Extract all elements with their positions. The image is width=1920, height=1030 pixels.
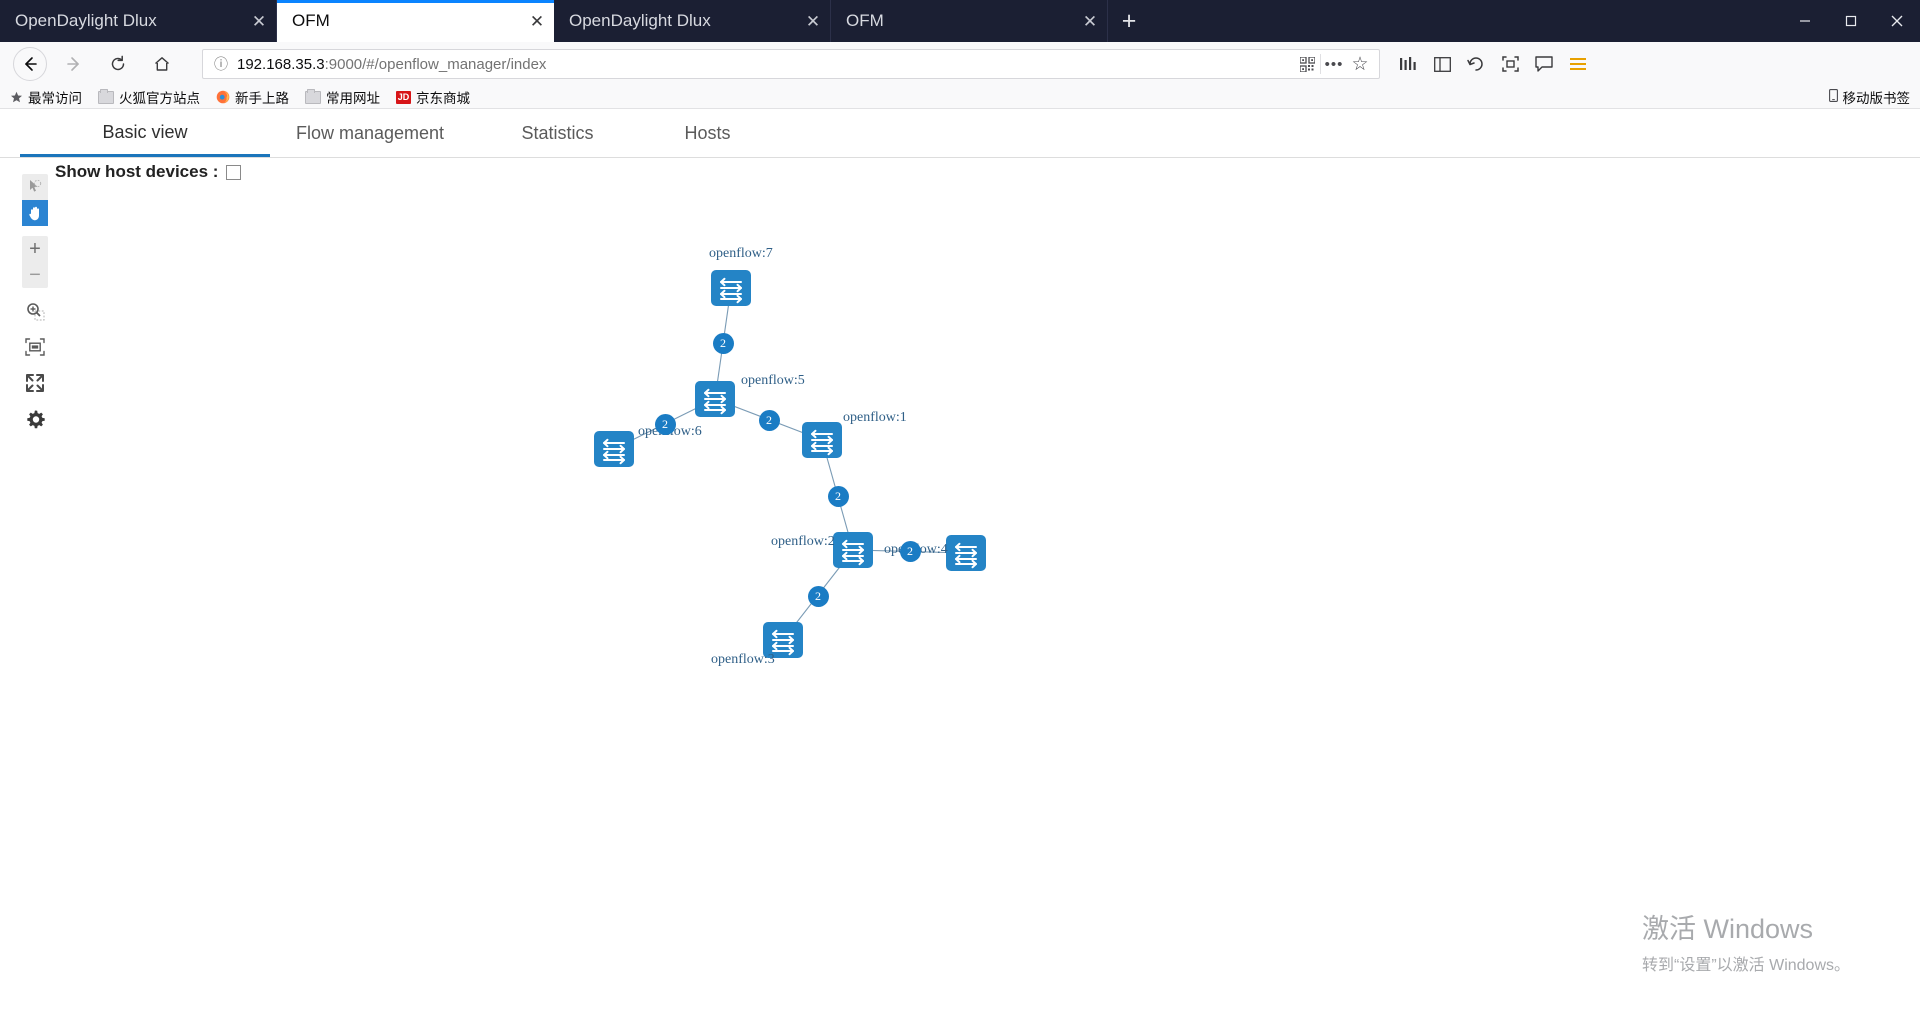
- chat-icon[interactable]: [1528, 48, 1560, 80]
- link-port-badge[interactable]: 2: [827, 485, 849, 507]
- switch-node-label: openflow:2: [771, 534, 835, 549]
- bookmark-firefox-official[interactable]: 火狐官方站点: [98, 87, 200, 107]
- browser-tab-2[interactable]: OFM ✕: [277, 0, 554, 42]
- page-actions-icon[interactable]: •••: [1321, 56, 1347, 73]
- close-icon[interactable]: [1874, 0, 1920, 42]
- url-bar[interactable]: ⓘ 192.168.35.3:9000/#/openflow_manager/i…: [202, 49, 1380, 79]
- back-button[interactable]: [13, 47, 47, 81]
- mobile-bookmarks[interactable]: 移动版书签: [1828, 87, 1911, 107]
- library-icon[interactable]: [1392, 48, 1424, 80]
- bookmark-label: 新手上路: [235, 91, 289, 106]
- bookmark-label: 常用网址: [326, 91, 380, 106]
- switch-node[interactable]: [946, 535, 986, 571]
- qr-code-icon[interactable]: [1294, 56, 1320, 72]
- site-info-icon[interactable]: ⓘ: [209, 54, 233, 74]
- bookmark-star-icon[interactable]: ☆: [1347, 53, 1373, 76]
- bookmark-label: 火狐官方站点: [119, 91, 200, 106]
- reload-button[interactable]: [101, 47, 135, 81]
- link-port-badge[interactable]: 2: [807, 585, 829, 607]
- switch-node-label: openflow:5: [741, 373, 805, 388]
- switch-node[interactable]: [711, 270, 751, 306]
- menu-icon[interactable]: [1562, 48, 1594, 80]
- link-port-badge[interactable]: 2: [712, 332, 734, 354]
- firefox-icon: [216, 90, 230, 104]
- window-controls: [1782, 0, 1920, 42]
- navigation-toolbar: ⓘ 192.168.35.3:9000/#/openflow_manager/i…: [0, 42, 1920, 86]
- link-port-badge[interactable]: 2: [758, 409, 780, 431]
- topology-canvas[interactable]: openflow:7 openflow:5 openflow:6: [0, 110, 1920, 1030]
- tab-title: OFM: [846, 11, 884, 30]
- bookmark-jd[interactable]: JD 京东商城: [396, 87, 470, 107]
- tab-title: OpenDaylight Dlux: [15, 11, 157, 30]
- toolbar-right-actions: [1390, 48, 1594, 80]
- switch-node[interactable]: [833, 532, 873, 568]
- link-port-badge[interactable]: 2: [654, 413, 676, 435]
- tab-close-icon[interactable]: ✕: [242, 13, 276, 30]
- folder-icon: [98, 88, 114, 104]
- switch-node-label: openflow:7: [709, 246, 773, 261]
- maximize-icon[interactable]: [1828, 0, 1874, 42]
- bookmarks-bar: 最常访问 火狐官方站点 新手上路 常用网址 JD 京东商城 移动版书签: [0, 86, 1920, 109]
- star-icon: [10, 91, 23, 104]
- switch-node-label: openflow:3: [711, 652, 775, 667]
- undo-icon[interactable]: [1460, 48, 1492, 80]
- minimize-icon[interactable]: [1782, 0, 1828, 42]
- home-button[interactable]: [145, 47, 179, 81]
- bookmark-common-sites[interactable]: 常用网址: [305, 87, 380, 107]
- bookmark-most-visited[interactable]: 最常访问: [10, 87, 82, 107]
- switch-node[interactable]: [594, 431, 634, 467]
- switch-node[interactable]: [802, 422, 842, 458]
- folder-icon: [305, 88, 321, 104]
- url-text[interactable]: 192.168.35.3:9000/#/openflow_manager/ind…: [233, 56, 1294, 73]
- browser-tab-3[interactable]: OpenDaylight Dlux ✕: [554, 0, 831, 42]
- tab-strip: OpenDaylight Dlux ✕ OFM ✕ OpenDaylight D…: [0, 0, 1920, 42]
- new-tab-button[interactable]: +: [1108, 0, 1150, 42]
- forward-button[interactable]: [57, 47, 91, 81]
- mobile-icon: [1828, 89, 1838, 105]
- jd-icon: JD: [396, 90, 411, 104]
- tab-close-icon[interactable]: ✕: [520, 13, 554, 30]
- tab-title: OpenDaylight Dlux: [569, 11, 711, 30]
- tab-title: OFM: [292, 11, 330, 30]
- screenshot-icon[interactable]: [1494, 48, 1526, 80]
- bookmark-label: 最常访问: [28, 91, 82, 106]
- browser-tab-4[interactable]: OFM ✕: [831, 0, 1108, 42]
- bookmark-getting-started[interactable]: 新手上路: [216, 87, 289, 107]
- link-port-badge[interactable]: 2: [899, 540, 921, 562]
- switch-node[interactable]: [695, 381, 735, 417]
- tab-close-icon[interactable]: ✕: [796, 13, 830, 30]
- tab-close-icon[interactable]: ✕: [1073, 13, 1107, 30]
- page-content: Basic view Flow management Statistics Ho…: [0, 110, 1920, 1030]
- sidebar-icon[interactable]: [1426, 48, 1458, 80]
- browser-window: OpenDaylight Dlux ✕ OFM ✕ OpenDaylight D…: [0, 0, 1920, 1030]
- switch-node-label: openflow:1: [843, 410, 907, 425]
- mobile-bookmarks-label: 移动版书签: [1842, 91, 1911, 106]
- browser-tab-1[interactable]: OpenDaylight Dlux ✕: [0, 0, 277, 42]
- bookmark-label: 京东商城: [416, 91, 470, 106]
